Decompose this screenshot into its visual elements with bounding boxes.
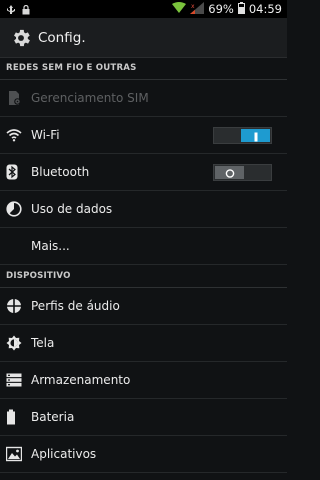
svg-text:x: x — [191, 3, 195, 10]
wifi-toggle[interactable] — [213, 127, 272, 144]
settings-item-data-usage[interactable]: Uso de dados — [0, 191, 287, 228]
battery-percent: 69% — [208, 2, 234, 16]
section-header-device: DISPOSITIVO — [0, 265, 287, 288]
settings-item-label: Gerenciamento SIM — [31, 91, 149, 105]
settings-item-bluetooth[interactable]: Bluetooth — [0, 154, 287, 191]
battery-icon — [237, 1, 245, 17]
settings-item-label: Aplicativos — [31, 447, 97, 461]
battery-icon — [0, 409, 31, 425]
storage-icon — [0, 373, 31, 387]
apps-icon — [0, 446, 31, 462]
toggle-thumb — [215, 166, 244, 179]
bluetooth-toggle[interactable] — [213, 164, 272, 181]
usb-icon — [6, 0, 16, 19]
audio-profiles-icon — [0, 298, 31, 314]
wifi-signal-icon — [172, 2, 187, 16]
settings-item-storage[interactable]: Armazenamento — [0, 362, 287, 399]
action-bar: Config. — [0, 18, 287, 58]
settings-gear-icon[interactable] — [9, 26, 33, 50]
clock: 04:59 — [248, 2, 282, 16]
settings-item-more[interactable]: Mais... — [0, 228, 287, 265]
settings-item-sim-management[interactable]: Gerenciamento SIM — [0, 80, 287, 117]
page-title: Config. — [38, 29, 86, 46]
settings-item-label: Perfis de áudio — [31, 299, 120, 313]
notification-lock-icon — [22, 0, 30, 19]
settings-item-audio-profiles[interactable]: Perfis de áudio — [0, 288, 287, 325]
settings-item-battery[interactable]: Bateria — [0, 399, 287, 436]
settings-item-display[interactable]: Tela — [0, 325, 287, 362]
data-usage-icon — [0, 201, 31, 217]
settings-item-apps[interactable]: Aplicativos — [0, 436, 287, 473]
settings-item-label: Bluetooth — [31, 165, 90, 179]
status-bar: x 69% 04:59 — [0, 0, 287, 18]
settings-item-label: Bateria — [31, 410, 75, 424]
settings-item-label: Tela — [31, 336, 55, 350]
sim-card-icon — [0, 90, 31, 106]
toggle-thumb — [241, 129, 270, 142]
display-brightness-icon — [0, 335, 31, 351]
settings-item-label: Uso de dados — [31, 202, 113, 216]
settings-item-label: Mais... — [31, 239, 70, 253]
settings-list: REDES SEM FIO E OUTRAS Gerenciamento SIM… — [0, 57, 287, 473]
section-header-wireless: REDES SEM FIO E OUTRAS — [0, 57, 287, 80]
settings-item-label: Wi-Fi — [31, 128, 60, 142]
settings-item-wifi[interactable]: Wi-Fi — [0, 117, 287, 154]
wifi-icon — [0, 128, 31, 142]
settings-item-label: Armazenamento — [31, 373, 131, 387]
bluetooth-icon — [0, 164, 31, 180]
cell-signal-icon: x — [190, 1, 205, 17]
